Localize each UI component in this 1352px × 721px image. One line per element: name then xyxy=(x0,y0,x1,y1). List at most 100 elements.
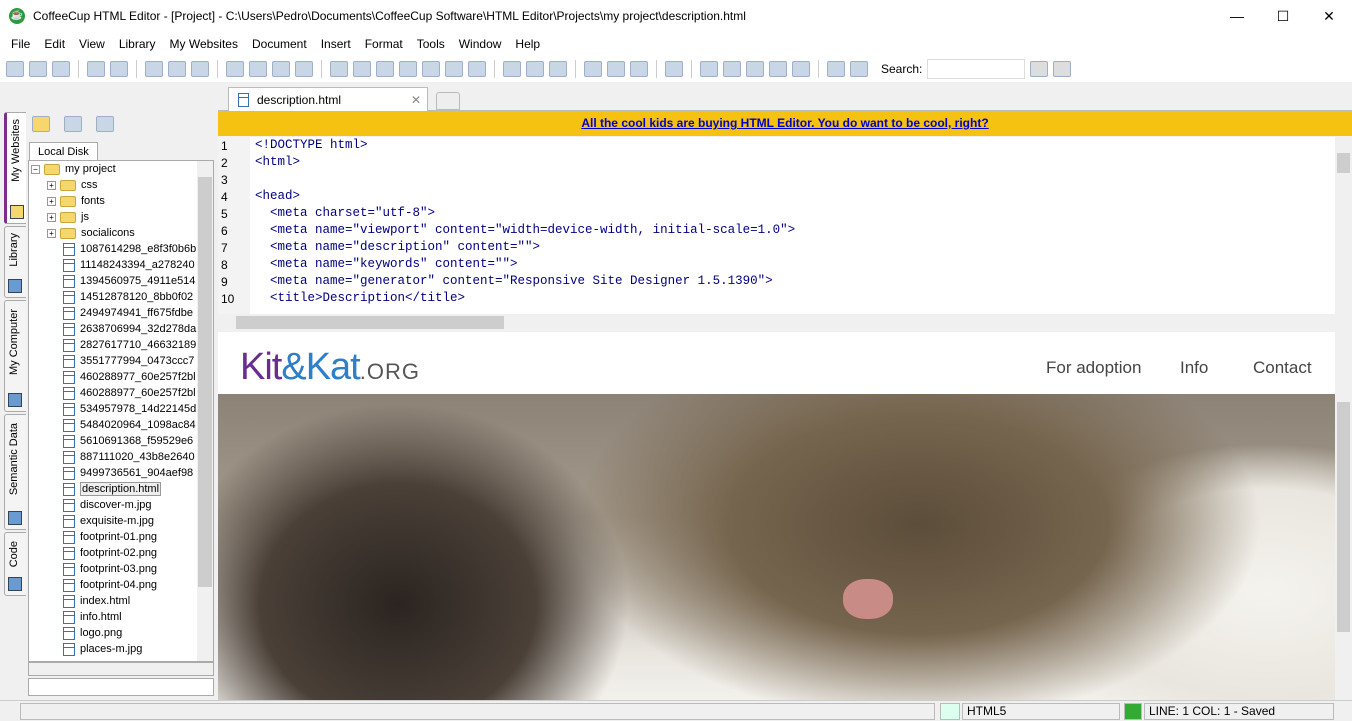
browser-button[interactable] xyxy=(746,61,764,77)
expand-icon[interactable]: + xyxy=(47,180,56,190)
search-prev-button[interactable] xyxy=(1053,61,1072,77)
tree-file[interactable]: 2638706994_32d278da xyxy=(80,323,196,335)
side-tab-code[interactable]: Code xyxy=(4,532,26,596)
side-tab-my-computer[interactable]: My Computer xyxy=(4,300,26,412)
undo-button[interactable] xyxy=(87,61,105,77)
tree-file[interactable]: footprint-04.png xyxy=(80,579,157,591)
tree-file[interactable]: 14512878120_8bb0f02 xyxy=(80,291,193,303)
side-tab-semantic-data[interactable]: Semantic Data xyxy=(4,414,26,530)
menu-edit[interactable]: Edit xyxy=(37,37,72,51)
find-button[interactable] xyxy=(850,61,868,77)
tree-file[interactable]: index.html xyxy=(80,595,130,607)
minimize-button[interactable]: — xyxy=(1214,0,1260,32)
maximize-button[interactable]: ☐ xyxy=(1260,0,1306,32)
tree-file[interactable]: 9499736561_904aef98 xyxy=(80,467,193,479)
menu-document[interactable]: Document xyxy=(245,37,314,51)
font-button[interactable] xyxy=(226,61,244,77)
code-scrollbar[interactable] xyxy=(1335,137,1352,314)
edit-button[interactable] xyxy=(607,61,625,77)
list2-button[interactable] xyxy=(630,61,648,77)
tree-file[interactable]: footprint-01.png xyxy=(80,531,157,543)
expand-icon[interactable]: + xyxy=(47,212,56,222)
globe-button[interactable] xyxy=(769,61,787,77)
tree-folder[interactable]: socialicons xyxy=(81,227,135,239)
nav-for-adoption[interactable]: For adoption xyxy=(1046,358,1141,378)
preview-scrollbar[interactable] xyxy=(1335,332,1352,700)
tree-file[interactable]: 460288977_60e257f2bl xyxy=(80,387,196,399)
preview-button[interactable] xyxy=(249,61,267,77)
tree-file[interactable]: discover-m.jpg xyxy=(80,499,152,511)
tree-file[interactable]: footprint-02.png xyxy=(80,547,157,559)
web-button[interactable] xyxy=(468,61,486,77)
open-folder-button[interactable] xyxy=(32,116,50,132)
tree-file[interactable]: 1087614298_e8f3f0b6b xyxy=(80,243,196,255)
color-button[interactable] xyxy=(526,61,544,77)
tree-folder[interactable]: fonts xyxy=(81,195,105,207)
paste-button[interactable] xyxy=(191,61,209,77)
side-tab-library[interactable]: Library xyxy=(4,226,26,298)
menu-help[interactable]: Help xyxy=(508,37,547,51)
tree-file[interactable]: 460288977_60e257f2bl xyxy=(80,371,196,383)
menu-view[interactable]: View xyxy=(72,37,112,51)
tree-root[interactable]: my project xyxy=(65,163,116,175)
menu-file[interactable]: File xyxy=(4,37,37,51)
underline-button[interactable] xyxy=(376,61,394,77)
collapse-icon[interactable]: − xyxy=(31,164,40,174)
code-editor[interactable]: 1 2 3 4 5 6 7 8 9 10 <!DOCTYPE html> <html> <head> … xyxy=(218,137,1352,314)
tree-file[interactable]: places-m.jpg xyxy=(80,643,142,655)
italic-button[interactable] xyxy=(353,61,371,77)
nav-contact[interactable]: Contact xyxy=(1253,358,1312,378)
search-input[interactable] xyxy=(927,59,1026,79)
tree-file[interactable]: description.html xyxy=(80,482,162,496)
table-button[interactable] xyxy=(549,61,567,77)
tree-horizontal-scrollbar[interactable] xyxy=(28,662,214,676)
align-button[interactable] xyxy=(399,61,417,77)
tools-button[interactable] xyxy=(64,116,82,132)
upload-button[interactable] xyxy=(96,116,114,132)
menu-insert[interactable]: Insert xyxy=(314,37,358,51)
tab-description-html[interactable]: description.html ✕ xyxy=(228,87,428,111)
spellcheck-button[interactable] xyxy=(827,61,845,77)
tree-file[interactable]: 3551777994_0473ccc7 xyxy=(80,355,194,367)
paragraph-button[interactable] xyxy=(272,61,290,77)
form-button[interactable] xyxy=(584,61,602,77)
new-button[interactable] xyxy=(6,61,24,77)
tab-local-disk[interactable]: Local Disk xyxy=(29,142,98,161)
link-button[interactable] xyxy=(503,61,521,77)
close-tab-icon[interactable]: ✕ xyxy=(411,93,421,107)
tree-folder[interactable]: js xyxy=(81,211,89,223)
tree-file[interactable]: 2827617710_46632189 xyxy=(80,339,196,351)
bold-button[interactable] xyxy=(330,61,348,77)
image-button[interactable] xyxy=(445,61,463,77)
menu-library[interactable]: Library xyxy=(112,37,163,51)
tree-file[interactable]: 534957978_14d22145d xyxy=(80,403,196,415)
expand-icon[interactable]: + xyxy=(47,228,56,238)
tree-file[interactable]: 887111020_43b8e2640 xyxy=(80,451,195,463)
copy-button[interactable] xyxy=(168,61,186,77)
close-button[interactable]: ✕ xyxy=(1306,0,1352,32)
side-tab-my-websites[interactable]: My Websites xyxy=(4,112,26,224)
settings-button[interactable] xyxy=(665,61,683,77)
tree-file[interactable]: 5484020964_1098ac84 xyxy=(80,419,196,431)
publish-button[interactable] xyxy=(52,61,70,77)
tree-file[interactable]: exquisite-m.jpg xyxy=(80,515,154,527)
tree-file[interactable]: info.html xyxy=(80,611,122,623)
tree-file[interactable]: 1394560975_4911e514 xyxy=(80,275,195,287)
tree-file[interactable]: 11148243394_a278240 xyxy=(80,259,195,271)
upload-button[interactable] xyxy=(792,61,810,77)
cut-button[interactable] xyxy=(145,61,163,77)
promo-link[interactable]: All the cool kids are buying HTML Editor… xyxy=(581,116,988,130)
menu-window[interactable]: Window xyxy=(452,37,509,51)
tree-scrollbar[interactable] xyxy=(197,161,213,661)
path-dropdown[interactable] xyxy=(28,678,214,696)
expand-icon[interactable]: + xyxy=(47,196,56,206)
insert-button[interactable] xyxy=(295,61,313,77)
tree-file[interactable]: 2494974941_ff675fdbe xyxy=(80,307,193,319)
tree-file[interactable]: logo.png xyxy=(80,627,122,639)
tree-file[interactable]: 5610691368_f59529e6 xyxy=(80,435,193,447)
menu-my-websites[interactable]: My Websites xyxy=(163,37,245,51)
tree-folder[interactable]: css xyxy=(81,179,98,191)
nav-info[interactable]: Info xyxy=(1180,358,1208,378)
menu-format[interactable]: Format xyxy=(358,37,410,51)
list-button[interactable] xyxy=(422,61,440,77)
